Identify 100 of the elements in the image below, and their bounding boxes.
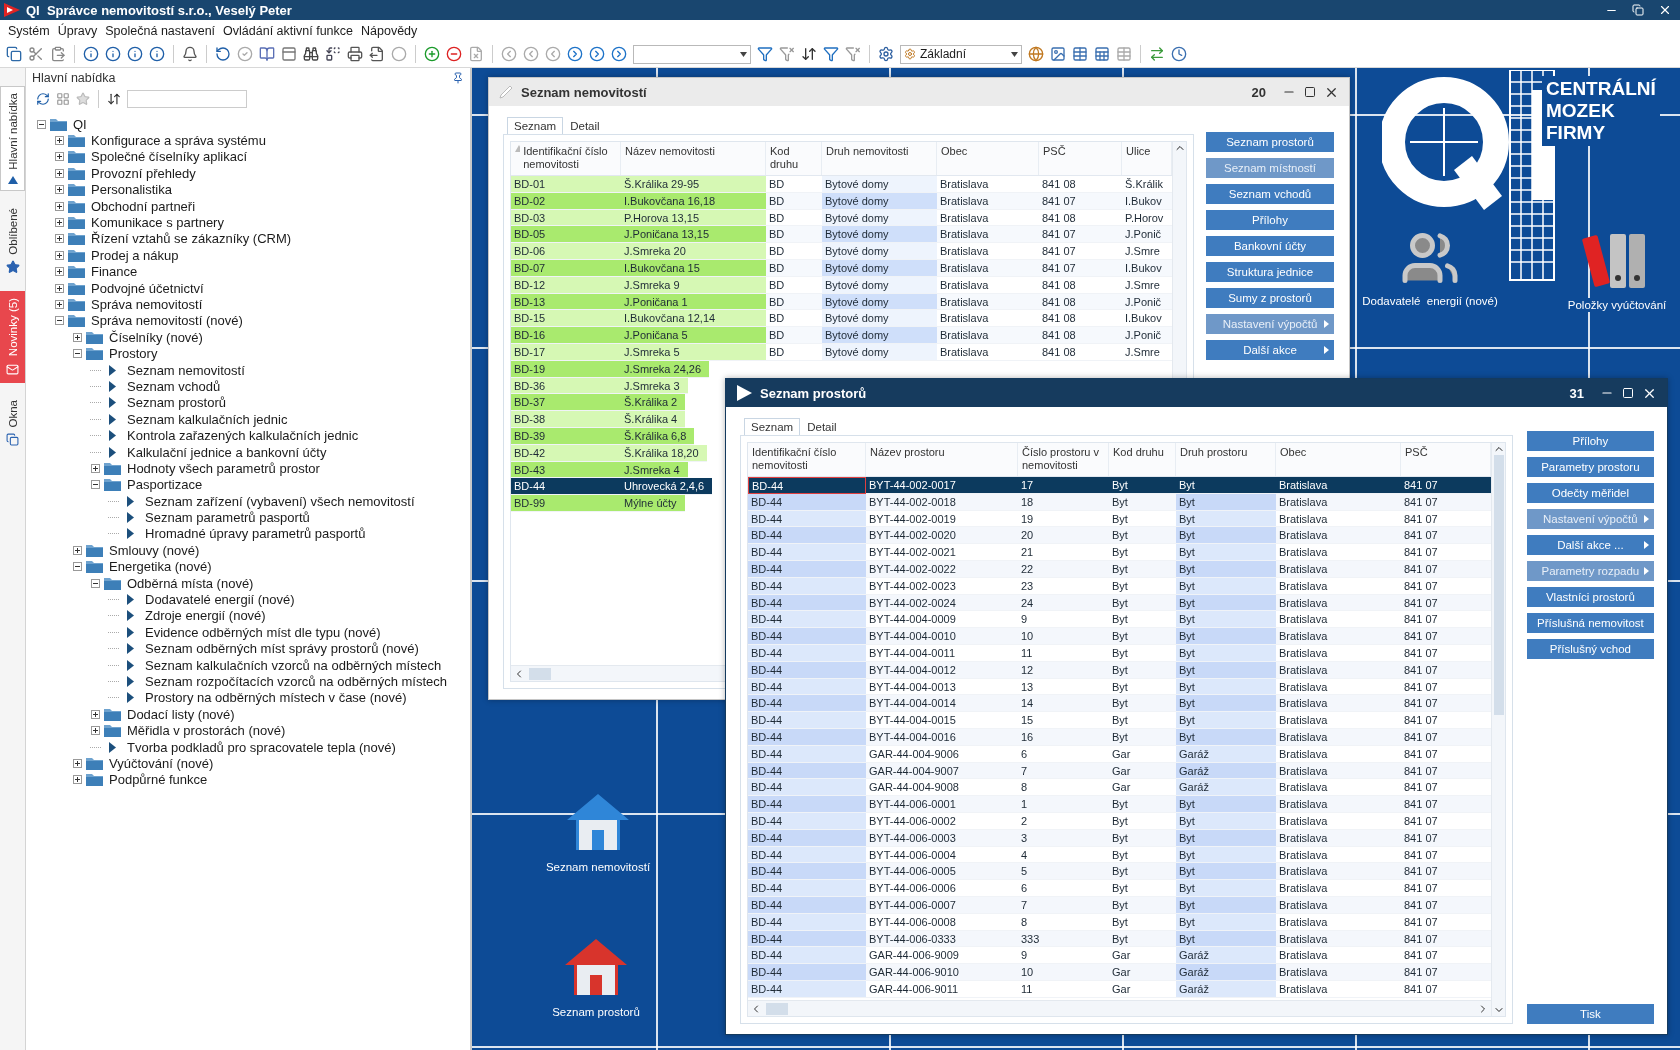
table-row[interactable]: BD-06 J.Smreka 20 BD Bytové domy Bratislava 841 07 J.Smre bbox=[511, 243, 1172, 260]
shortcut-label[interactable]: Dodavatelé energií (nové) bbox=[1360, 294, 1500, 308]
tree-item[interactable]: Prodej a nákup bbox=[91, 247, 179, 263]
table-row[interactable]: BD-44 BYT-44-006-0007 7 Byt Byt Bratislava 841 07 bbox=[748, 896, 1491, 914]
action-button[interactable]: Parametry prostoru bbox=[1527, 457, 1654, 477]
tree-item[interactable]: Seznam parametrů pasportů bbox=[145, 510, 310, 526]
table-row[interactable]: BD-16 J.Poničana 5 BD Bytové domy Bratislava 841 08 J.Ponič bbox=[511, 327, 1172, 344]
table-row[interactable]: BD-39 Š.Králika 6,8 bbox=[511, 427, 695, 445]
tree-item[interactable]: Evidence odběrných míst dle typu (nové) bbox=[145, 624, 381, 640]
tree-item[interactable]: Seznam rozpočítacích vzorců na odběrných místech bbox=[145, 673, 448, 689]
tree-item[interactable]: Hromadné úpravy parametrů pasportů bbox=[145, 526, 366, 542]
tree-item[interactable]: Energetika (nové) bbox=[109, 559, 212, 575]
side-tab[interactable]: Okna bbox=[0, 392, 25, 454]
action-button[interactable]: Seznam vchodů bbox=[1206, 184, 1334, 204]
table-row[interactable]: BD-44 GAR-44-004-9007 7 Gar Garáž Bratislava 841 07 bbox=[748, 762, 1491, 780]
table-row[interactable]: BD-44 BYT-44-006-0006 6 Byt Byt Bratislava 841 07 bbox=[748, 880, 1491, 897]
column-header[interactable]: Název prostoru bbox=[866, 443, 1018, 476]
action-button[interactable]: Příslušná nemovitost bbox=[1527, 613, 1654, 633]
tree-item[interactable]: Řízení vztahů se zákazníky (CRM) bbox=[91, 231, 292, 247]
table-row[interactable]: BD-99 Mýlne účty bbox=[511, 495, 685, 512]
print-button[interactable]: Tisk bbox=[1527, 1004, 1654, 1024]
table-row[interactable]: BD-38 Š.Králika 4 bbox=[511, 411, 686, 428]
table-row[interactable]: BD-44 BYT-44-002-0023 23 Byt Byt Bratislava 841 07 bbox=[748, 577, 1491, 595]
shortcut-label[interactable]: Položky vyúčtování bbox=[1565, 298, 1669, 312]
tree-item[interactable]: Smlouvy (nové) bbox=[109, 542, 200, 558]
table-row[interactable]: BD-37 Š.Králika 2 bbox=[511, 394, 686, 412]
tree-item[interactable]: Obchodní partneři bbox=[91, 198, 196, 214]
tree-item[interactable]: Prostory bbox=[109, 346, 158, 362]
table-row[interactable]: BD-44 GAR-44-006-9009 9 Gar Garáž Bratislava 841 07 bbox=[748, 947, 1491, 965]
tree-item[interactable]: Tvorba podkladů pro spracovatele tepla (nové) bbox=[127, 739, 396, 755]
table-row[interactable]: BD-44 BYT-44-002-0020 20 Byt Byt Bratislava 841 07 bbox=[748, 527, 1491, 545]
tree-item[interactable]: Seznam odběrných míst správy prostorů (nové) bbox=[145, 641, 419, 657]
column-header[interactable]: Obec bbox=[937, 142, 1039, 175]
tree-item[interactable]: Správa nemovitostí (nové) bbox=[91, 313, 243, 329]
action-button[interactable]: Struktura jednice bbox=[1206, 262, 1334, 282]
tree-item[interactable]: Provozní přehledy bbox=[91, 165, 196, 181]
table-row[interactable]: BD-44 GAR-44-004-9008 8 Gar Garáž Bratislava 841 07 bbox=[748, 779, 1491, 797]
tree-item[interactable]: QI bbox=[73, 116, 87, 132]
action-button[interactable]: Přílohy bbox=[1527, 431, 1654, 451]
table-row[interactable]: BD-44 BYT-44-002-0024 24 Byt Byt Bratislava 841 07 bbox=[748, 594, 1491, 612]
tab[interactable]: Detail bbox=[563, 117, 607, 134]
table-row[interactable]: BD-44 BYT-44-004-0015 15 Byt Byt Bratislava 841 07 bbox=[748, 712, 1491, 729]
tab[interactable]: Seznam bbox=[744, 418, 801, 435]
column-header[interactable]: Obec bbox=[1276, 443, 1401, 476]
tree-item[interactable]: Konfigurace a správa systému bbox=[91, 133, 266, 149]
table-row[interactable]: BD-15 I.Bukovčana 12,14 BD Bytové domy Bratislava 841 08 I.Bukov bbox=[511, 310, 1172, 328]
menu-item[interactable]: Systém bbox=[4, 23, 54, 38]
action-button[interactable]: Bankovní účty bbox=[1206, 236, 1334, 256]
tree-item[interactable]: Komunikace s partnery bbox=[91, 215, 224, 231]
menu-item[interactable]: Ovládání aktivní funkce bbox=[219, 23, 358, 38]
shortcut-label[interactable]: Seznam prostorů bbox=[550, 1005, 642, 1019]
tree-item[interactable]: Kalkulační jednice a bankovní účty bbox=[127, 444, 327, 460]
tree-item[interactable]: Seznam prostorů bbox=[127, 395, 226, 411]
column-header[interactable]: Kod druhu bbox=[1109, 443, 1176, 476]
tree-item[interactable]: Prostory na odběrných místech v čase (nové) bbox=[145, 690, 407, 706]
tree-item[interactable]: Seznam kalkulačních jednic bbox=[127, 411, 288, 427]
tree-item[interactable]: Měřidla v prostorách (nové) bbox=[127, 723, 286, 739]
menu-item[interactable]: Úpravy bbox=[53, 23, 102, 38]
tree-item[interactable]: Správa nemovitostí bbox=[91, 297, 203, 312]
table-row[interactable]: BD-36 J.Smreka 3 bbox=[511, 377, 688, 395]
menu-item[interactable]: Společná nastavení bbox=[101, 23, 220, 38]
tree-item[interactable]: Odběrná místa (nové) bbox=[127, 575, 254, 591]
side-tab[interactable]: Novinky (5) bbox=[0, 291, 25, 383]
tab[interactable]: Detail bbox=[800, 418, 844, 435]
table-row[interactable]: BD-44 BYT-44-002-0022 22 Byt Byt Bratislava 841 07 bbox=[748, 561, 1491, 578]
column-header[interactable]: Název nemovitosti bbox=[621, 142, 766, 175]
tree-item[interactable]: Dodavatelé energií (nové) bbox=[145, 592, 295, 607]
table-row[interactable]: BD-44 BYT-44-006-0001 1 Byt Byt Bratislava 841 07 bbox=[748, 796, 1491, 813]
column-header[interactable]: Druh nemovitosti bbox=[822, 142, 937, 175]
table-row[interactable]: BD-44 BYT-44-004-0016 16 Byt Byt Bratislava 841 07 bbox=[748, 728, 1491, 746]
action-button[interactable]: Odečty měřidel bbox=[1527, 483, 1654, 503]
action-button[interactable]: Příslušný vchod bbox=[1527, 639, 1654, 659]
table-row[interactable]: BD-12 J.Smreka 9 BD Bytové domy Bratislava 841 08 J.Smre bbox=[511, 276, 1172, 294]
view-dropdown[interactable]: Základní bbox=[900, 44, 1022, 64]
table-row[interactable]: BD-01 Š.Králika 29-95 BD Bytové domy Bratislava 841 08 Š.Králik bbox=[511, 176, 1172, 193]
side-tab[interactable]: Hlavní nabídka bbox=[0, 86, 25, 191]
column-header[interactable]: Číslo prostoru v nemovitosti bbox=[1018, 443, 1109, 476]
tree-item[interactable]: Vyúčtování (nové) bbox=[109, 755, 214, 771]
column-header[interactable]: PSČ bbox=[1039, 142, 1122, 175]
tree-item[interactable]: Personalistika bbox=[91, 182, 172, 198]
tree-item[interactable]: Seznam zařízení (vybavení) všech nemovitostí bbox=[145, 493, 415, 509]
table-row[interactable]: BD-44 BYT-44-006-0004 4 Byt Byt Bratislava 841 07 bbox=[748, 846, 1491, 864]
tree-item[interactable]: Podpůrné funkce bbox=[109, 772, 208, 788]
tree-item[interactable]: Seznam vchodů bbox=[127, 378, 221, 394]
tree-item[interactable]: Pasportizace bbox=[127, 477, 203, 493]
table-row[interactable]: BD-44 GAR-44-004-9006 6 Gar Garáž Bratislava 841 07 bbox=[748, 745, 1491, 763]
action-button[interactable]: Seznam prostorů bbox=[1206, 132, 1334, 152]
shortcut-label[interactable]: Seznam nemovitostí bbox=[543, 860, 653, 874]
table-row[interactable]: BD-17 J.Smreka 5 BD Bytové domy Bratislava 841 08 J.Smre bbox=[511, 343, 1172, 361]
table-row[interactable]: BD-43 J.Smreka 4 bbox=[511, 461, 688, 479]
action-button[interactable]: Vlastníci prostorů bbox=[1527, 587, 1654, 607]
action-button[interactable]: Sumy z prostorů bbox=[1206, 288, 1334, 308]
column-header[interactable]: Identifikační číslo nemovitosti bbox=[511, 142, 621, 175]
table-row[interactable]: BD-19 J.Smreka 24,26 bbox=[511, 360, 710, 378]
tree-item[interactable]: Seznam kalkulačních vzorců na odběrných místech bbox=[145, 657, 442, 673]
table-row[interactable]: BD-44 BYT-44-006-0333 333 Byt Byt Bratislava 841 07 bbox=[748, 930, 1491, 948]
column-header[interactable]: Identifikační číslo nemovitosti bbox=[748, 443, 866, 476]
action-button[interactable]: Další akce bbox=[1206, 340, 1334, 360]
tree-item[interactable]: Finance bbox=[91, 264, 138, 280]
table-row[interactable]: BD-44 BYT-44-004-0014 14 Byt Byt Bratislava 841 07 bbox=[748, 695, 1491, 713]
